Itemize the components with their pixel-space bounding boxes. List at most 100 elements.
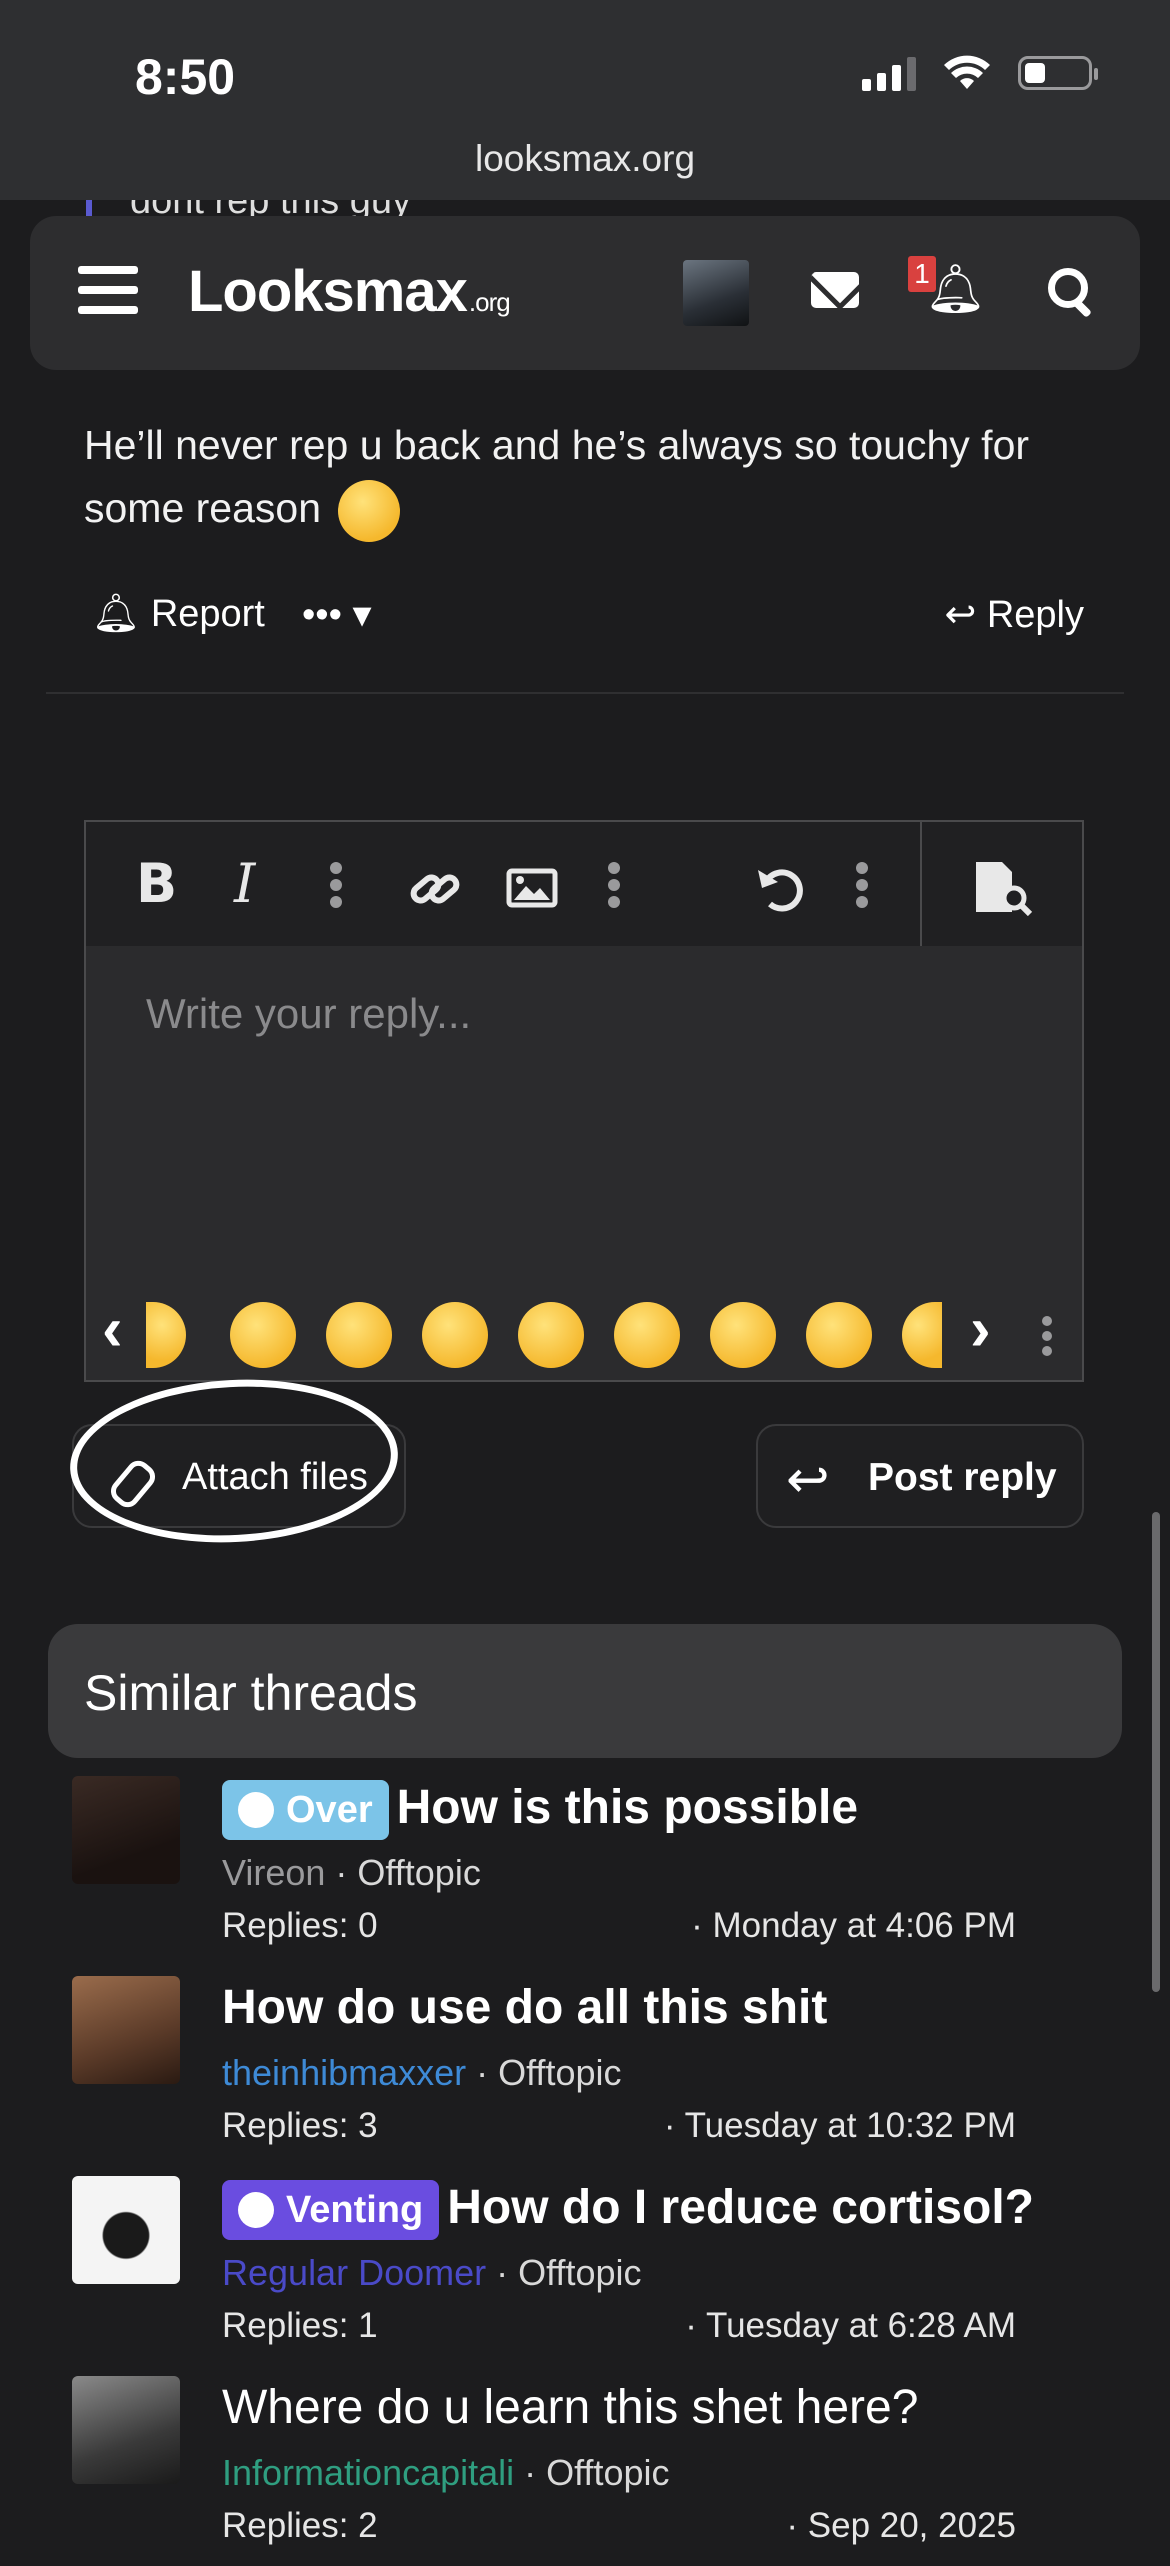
prefix-badge: Venting [222, 2180, 440, 2241]
thread-date: · Tuesday at 6:28 AM [685, 2306, 1016, 2345]
link-icon[interactable] [408, 864, 464, 914]
mail-icon[interactable] [811, 272, 859, 308]
logo-suffix: .org [468, 287, 511, 317]
thread-title[interactable]: Over How is this possible [222, 1780, 859, 1841]
thread-item[interactable]: Venting How do I reduce cortisol? Regular… [0, 2166, 1170, 2366]
system-icons [862, 55, 1098, 91]
thread-forum[interactable]: Offtopic [546, 2452, 669, 2493]
thread-date: · Sep 20, 2025 [786, 2506, 1016, 2545]
divider [46, 692, 1124, 694]
thread-forum[interactable]: Offtopic [518, 2252, 641, 2293]
reply-count: Replies: 1 [222, 2306, 378, 2345]
thread-title-text: How do I reduce cortisol? [447, 2181, 1034, 2234]
reply-arrow-icon: ↩ [786, 1451, 830, 1509]
avatar[interactable] [72, 1976, 180, 2084]
preview-icon[interactable] [972, 860, 1036, 916]
image-icon[interactable] [506, 868, 558, 908]
wifi-icon [944, 55, 990, 89]
thread-stats: Replies: 0 · Monday at 4:06 PM [222, 1906, 1016, 1946]
reply-label: Reply [986, 594, 1084, 636]
reply-button[interactable]: ↩ Reply [944, 592, 1084, 637]
thread-stats: Replies: 1 · Tuesday at 6:28 AM [222, 2306, 1016, 2346]
chevron-left-icon[interactable]: ‹ [102, 1294, 123, 1365]
thread-title-text: How is this possible [396, 1781, 859, 1834]
emoji-bar: ‹ › [86, 1280, 1082, 1384]
winking-emoji-icon[interactable] [614, 1302, 680, 1368]
thread-date: · Monday at 4:06 PM [691, 1906, 1016, 1945]
undo-icon[interactable] [754, 862, 808, 916]
reply-arrow-icon: ↩ [944, 594, 977, 636]
laughing-emoji-icon[interactable] [230, 1302, 296, 1368]
post-body: He’ll never rep u back and he’s always s… [84, 414, 1084, 543]
frowning-emoji-icon[interactable] [710, 1302, 776, 1368]
reply-editor: B I Write your reply... ‹ › [84, 820, 1084, 1382]
notification-badge: 1 [908, 256, 936, 292]
prefix-label: Venting [286, 2189, 424, 2232]
avatar[interactable] [72, 2176, 180, 2284]
thread-stats: Replies: 2 · Sep 20, 2025 [222, 2506, 1016, 2546]
italic-icon[interactable]: I [234, 852, 255, 916]
site-header: Looksmax.org 🔔︎ 1 [30, 216, 1140, 370]
reply-count: Replies: 2 [222, 2506, 378, 2545]
star-struck-emoji-icon[interactable] [518, 1302, 584, 1368]
emoji-partial-icon[interactable] [902, 1302, 942, 1368]
thread-author[interactable]: Informationcapitali [222, 2452, 514, 2493]
post-actions: 🔔︎ Report ••• ▾ ↩ Reply [92, 592, 1084, 652]
thread-meta: theinhibmaxxer · Offtopic [222, 2052, 622, 2093]
thread-title[interactable]: Where do u learn this shet here? [222, 2380, 918, 2435]
post-reply-button[interactable]: ↩ Post reply [756, 1424, 1084, 1528]
battery-icon [1018, 56, 1098, 90]
emoji-partial-icon[interactable] [146, 1302, 186, 1368]
thread-forum[interactable]: Offtopic [498, 2052, 621, 2093]
confused-emoji-icon[interactable] [806, 1302, 872, 1368]
thread-title[interactable]: Venting How do I reduce cortisol? [222, 2180, 1034, 2241]
thread-forum[interactable]: Offtopic [357, 1852, 480, 1893]
post-reply-label: Post reply [868, 1456, 1057, 1499]
thread-meta: Regular Doomer · Offtopic [222, 2252, 642, 2293]
rofl-emoji-icon[interactable] [326, 1302, 392, 1368]
search-icon[interactable] [1048, 268, 1092, 314]
thread-author[interactable]: Vireon [222, 1852, 325, 1893]
avatar[interactable] [72, 2376, 180, 2484]
post-text: He’ll never rep u back and he’s always s… [84, 422, 1030, 531]
thread-item[interactable]: How do use do all this shit theinhibmaxx… [0, 1966, 1170, 2166]
thread-date: · Tuesday at 10:32 PM [663, 2106, 1016, 2145]
site-logo[interactable]: Looksmax.org [188, 258, 511, 325]
url-bar[interactable]: looksmax.org [0, 138, 1170, 180]
report-button[interactable]: 🔔︎ Report [92, 592, 265, 636]
similar-threads-title: Similar threads [84, 1665, 418, 1721]
reply-textarea[interactable]: Write your reply... [146, 990, 471, 1038]
emoji-menu-icon[interactable] [1042, 1316, 1054, 1356]
thread-item[interactable]: Over How is this possible Vireon · Offtop… [0, 1766, 1170, 1966]
thread-author[interactable]: Regular Doomer [222, 2252, 486, 2293]
similar-threads-header: Similar threads [48, 1624, 1122, 1758]
prefix-badge: Over [222, 1780, 389, 1841]
user-avatar[interactable] [683, 260, 749, 326]
prefix-label: Over [286, 1789, 373, 1832]
chevron-right-icon[interactable]: › [970, 1294, 991, 1365]
more-edit-options-icon[interactable] [856, 862, 868, 908]
scrollbar[interactable] [1152, 1512, 1160, 1992]
avatar[interactable] [72, 1776, 180, 1884]
thread-item[interactable]: Where do u learn this shet here? Informa… [0, 2366, 1170, 2566]
clock: 8:50 [135, 49, 236, 105]
toolbar-separator [920, 822, 922, 946]
radioactive-icon [238, 2192, 274, 2229]
menu-icon[interactable] [78, 266, 138, 314]
more-text-options-icon[interactable] [330, 862, 342, 908]
logo-text: Looksmax [188, 259, 468, 324]
star-struck-emoji-icon [338, 480, 401, 543]
thread-author[interactable]: theinhibmaxxer [222, 2052, 466, 2093]
thread-title-text: Where do u learn this shet here? [222, 2381, 919, 2434]
thread-title[interactable]: How do use do all this shit [222, 1980, 827, 2035]
bold-icon[interactable]: B [136, 852, 177, 916]
more-insert-options-icon[interactable] [608, 862, 620, 908]
bell-icon: 🔔︎ [92, 593, 141, 635]
thread-title-text: How do use do all this shit [222, 1981, 828, 2034]
cellular-signal-icon [862, 55, 916, 91]
more-options-button[interactable]: ••• ▾ [302, 592, 372, 637]
status-bar: 8:50 looksmax.org [0, 0, 1170, 200]
editor-toolbar: B I [86, 822, 1082, 946]
thread-meta: Informationcapitali · Offtopic [222, 2452, 670, 2493]
crying-laughing-emoji-icon[interactable] [422, 1302, 488, 1368]
